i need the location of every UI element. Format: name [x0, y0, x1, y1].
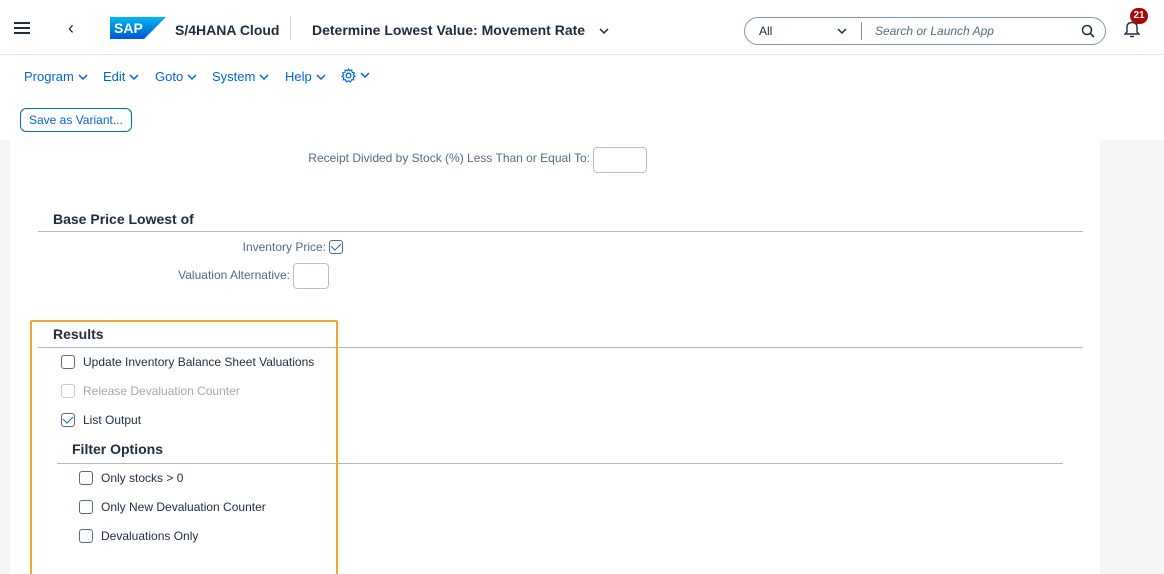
menu-label: System [212, 69, 256, 84]
chevron-down-icon [78, 74, 88, 81]
inventory-price-label: Inventory Price: [242, 240, 326, 254]
menu-edit[interactable]: Edit [103, 69, 139, 84]
menu-label: Help [285, 69, 312, 84]
menu-bar: Program Edit Goto System Help [0, 55, 1164, 97]
devaluations-only-checkbox[interactable] [79, 529, 93, 543]
list-output-checkbox[interactable] [61, 413, 75, 427]
page-title[interactable]: Determine Lowest Value: Movement Rate [312, 22, 585, 38]
only-stocks-label: Only stocks > 0 [101, 471, 184, 485]
update-balance-sheet-label: Update Inventory Balance Sheet Valuation… [83, 355, 315, 369]
app-name: S/4HANA Cloud [175, 22, 280, 38]
save-as-variant-button[interactable]: Save as Variant... [20, 108, 132, 132]
devaluations-only-label: Devaluations Only [101, 529, 199, 543]
menu-system[interactable]: System [212, 69, 269, 84]
receipt-ratio-input[interactable] [593, 147, 647, 173]
update-balance-sheet-checkbox[interactable] [61, 355, 75, 369]
search-scope-select[interactable]: All [759, 24, 772, 38]
valuation-alternative-label: Valuation Alternative: [178, 268, 290, 282]
menu-label: Goto [155, 69, 184, 84]
valuation-alternative-input[interactable] [293, 263, 329, 289]
menu-goto[interactable]: Goto [155, 69, 197, 84]
search-field: All [744, 17, 1106, 45]
chevron-down-icon[interactable] [599, 26, 609, 36]
receipt-ratio-label: Receipt Divided by Stock (%) Less Than o… [308, 151, 590, 165]
left-gutter [0, 140, 10, 574]
menu-label: Program [24, 69, 74, 84]
right-gutter [1100, 140, 1164, 574]
menu-label: Edit [103, 69, 126, 84]
base-price-section-title: Base Price Lowest of [53, 211, 194, 227]
menu-help[interactable]: Help [285, 69, 326, 84]
chevron-down-icon [316, 74, 326, 81]
release-devaluation-label: Release Devaluation Counter [83, 384, 240, 398]
chevron-down-icon [187, 74, 197, 81]
gear-icon [340, 67, 357, 83]
chevron-down-icon[interactable] [837, 27, 847, 35]
search-input[interactable] [875, 22, 1065, 40]
menu-program[interactable]: Program [24, 69, 88, 84]
notification-badge: 21 [1130, 8, 1148, 24]
menu-settings[interactable] [340, 67, 370, 83]
section-divider [57, 463, 1063, 464]
back-icon[interactable]: ‹ [68, 18, 74, 39]
chevron-down-icon [360, 72, 370, 79]
results-section-title: Results [53, 326, 104, 342]
shell-bar: ‹ SAP S/4HANA Cloud Determine Lowest Val… [0, 0, 1164, 55]
only-new-devaluation-label: Only New Devaluation Counter [101, 500, 266, 514]
chevron-down-icon [129, 74, 139, 81]
only-new-devaluation-checkbox[interactable] [79, 500, 93, 514]
shell-divider [290, 16, 291, 40]
sap-logo[interactable]: SAP [110, 17, 166, 39]
inventory-price-checkbox[interactable] [329, 240, 343, 254]
section-divider [38, 347, 1083, 348]
search-icon[interactable] [1081, 24, 1095, 38]
chevron-down-icon [259, 74, 269, 81]
release-devaluation-checkbox [61, 384, 75, 398]
menu-icon[interactable] [14, 22, 30, 34]
filter-options-title: Filter Options [72, 441, 163, 457]
section-divider [38, 231, 1083, 232]
search-separator [861, 22, 862, 40]
svg-text:SAP: SAP [114, 20, 143, 36]
only-stocks-checkbox[interactable] [79, 471, 93, 485]
list-output-label: List Output [83, 413, 142, 427]
